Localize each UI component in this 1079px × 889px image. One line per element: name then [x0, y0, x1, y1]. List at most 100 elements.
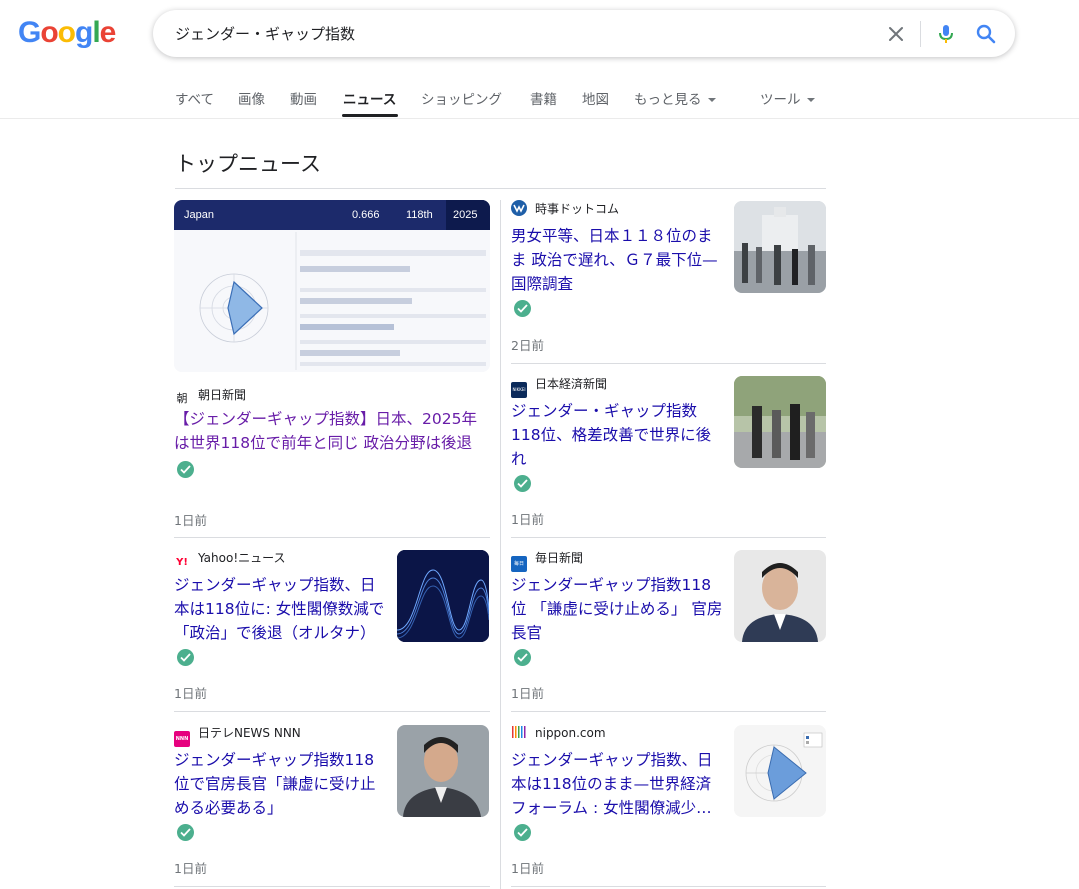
search-icon[interactable]: [973, 21, 999, 47]
news-thumbnail[interactable]: [734, 550, 826, 642]
verified-check-icon: [177, 649, 194, 666]
google-logo[interactable]: Google: [18, 16, 117, 50]
asahi-logo-icon: 朝: [176, 392, 188, 405]
news-card[interactable]: NIKKEI 日本経済新聞 ジェンダー・ギャップ指数118位、格差改善で世界に後れ…: [511, 375, 827, 537]
chevron-down-icon: [806, 98, 815, 102]
row-divider: [174, 886, 490, 887]
verified-check-icon: [177, 824, 194, 841]
news-source-name: 時事ドットコム: [535, 202, 620, 216]
news-time: 1日前: [174, 861, 207, 876]
news-headline[interactable]: ジェンダー・ギャップ指数118位、格差改善で世界に後れ: [511, 399, 725, 471]
news-thumbnail[interactable]: [734, 376, 826, 468]
news-thumbnail[interactable]: [397, 550, 489, 642]
search-box[interactable]: ジェンダー・ギャップ指数: [153, 10, 1015, 57]
row-divider: [511, 363, 826, 364]
clear-icon[interactable]: [883, 21, 909, 47]
news-headline[interactable]: ジェンダーギャップ指数、日本は118位のまま—世界経済フォーラム : 女性閣僚減…: [511, 748, 725, 820]
row-divider: [174, 711, 490, 712]
tab-videos[interactable]: 動画: [290, 88, 317, 108]
microphone-icon[interactable]: [933, 21, 959, 47]
news-card[interactable]: NNN 日テレNEWS NNN ジェンダーギャップ指数118位で官房長官「謙虚に受…: [174, 724, 490, 886]
news-source-name: 朝日新聞: [198, 388, 247, 402]
yahoo-logo-icon: Y!: [176, 557, 188, 568]
search-input[interactable]: ジェンダー・ギャップ指数: [175, 23, 355, 44]
section-divider: [175, 188, 826, 189]
news-thumbnail[interactable]: [734, 725, 826, 817]
news-source-name: nippon.com: [535, 726, 606, 740]
verified-check-icon: [177, 461, 194, 478]
verified-check-icon: [514, 824, 531, 841]
news-time: 1日前: [174, 686, 207, 701]
gender-gap-radar-chart-image: [174, 230, 490, 372]
row-divider: [511, 711, 826, 712]
news-time: 1日前: [511, 861, 544, 876]
news-source[interactable]: Y! Yahoo!ニュース: [174, 549, 286, 571]
news-thumbnail[interactable]: [397, 725, 489, 817]
news-source-name: 日本経済新聞: [535, 377, 608, 391]
featured-image-rank: 118th: [406, 209, 433, 221]
news-headline[interactable]: 【ジェンダーギャップ指数】日本、2025年は世界118位で前年と同じ 政治分野は…: [174, 407, 484, 455]
jiji-logo-icon: [511, 200, 527, 216]
row-divider: [511, 537, 826, 538]
logo-letter: l: [92, 16, 100, 49]
news-source[interactable]: NNN 日テレNEWS NNN: [174, 724, 301, 747]
news-headline[interactable]: ジェンダーギャップ指数118位 「謙虚に受け止める」 官房長官: [511, 573, 725, 645]
column-divider: [500, 200, 501, 889]
featured-image[interactable]: Japan 0.666 118th 2025: [174, 200, 490, 372]
news-time: 1日前: [511, 512, 544, 527]
tab-maps[interactable]: 地図: [582, 88, 609, 108]
tab-tools-label: ツール: [760, 92, 801, 108]
logo-letter: o: [57, 16, 76, 49]
tab-news[interactable]: ニュース: [343, 88, 396, 108]
logo-letter: g: [75, 16, 93, 49]
featured-news-card[interactable]: Japan 0.666 118th 2025 朝朝日新聞 【ジェンダーギャップ指…: [174, 200, 490, 536]
chevron-down-icon: [707, 98, 716, 102]
verified-check-icon: [514, 300, 531, 317]
news-source[interactable]: 毎日 毎日新聞: [511, 549, 583, 572]
search-divider: [920, 21, 921, 47]
verified-check-icon: [514, 475, 531, 492]
news-time: 1日前: [511, 686, 544, 701]
tab-more-label: もっと見る: [634, 92, 702, 108]
news-headline[interactable]: ジェンダーギャップ指数、日本は118位に: 女性閣僚数減で「政治」で後退（オルタ…: [174, 573, 388, 645]
nippon-com-logo-icon: [511, 724, 527, 740]
news-card[interactable]: nippon.com ジェンダーギャップ指数、日本は118位のまま—世界経済フォ…: [511, 724, 827, 886]
active-tab-indicator: [342, 114, 398, 117]
tab-shopping[interactable]: ショッピング: [421, 88, 502, 108]
header-divider: [0, 118, 1079, 119]
news-thumbnail[interactable]: [734, 201, 826, 293]
tab-all[interactable]: すべて: [175, 88, 214, 108]
logo-letter: e: [99, 16, 117, 49]
news-card[interactable]: 毎日 毎日新聞 ジェンダーギャップ指数118位 「謙虚に受け止める」 官房長官 1…: [511, 549, 827, 711]
news-source[interactable]: nippon.com: [511, 724, 606, 740]
news-source[interactable]: 朝朝日新聞: [174, 386, 247, 407]
news-source-name: 毎日新聞: [535, 551, 584, 565]
tab-books[interactable]: 書籍: [530, 88, 557, 108]
news-time: 2日前: [511, 338, 544, 353]
news-source-name: 日テレNEWS NNN: [198, 726, 301, 740]
section-title: トップニュース: [175, 152, 321, 176]
news-source[interactable]: NIKKEI 日本経済新聞: [511, 375, 607, 398]
tab-more[interactable]: もっと見る: [634, 88, 716, 108]
news-card[interactable]: Y! Yahoo!ニュース ジェンダーギャップ指数、日本は118位に: 女性閣僚数…: [174, 549, 490, 711]
search-tabs: すべて 画像 動画 ニュース ショッピング 書籍 地図 もっと見る ツール: [175, 84, 875, 118]
news-card[interactable]: 時事ドットコム 男女平等、日本１１８位のまま 政治で遅れ、Ｇ７最下位—国際調査 …: [511, 200, 827, 364]
row-divider: [511, 886, 826, 887]
featured-image-score: 0.666: [352, 209, 380, 221]
mainichi-logo-icon: 毎日: [511, 556, 527, 572]
news-source-name: Yahoo!ニュース: [198, 551, 286, 565]
tab-images[interactable]: 画像: [238, 88, 265, 108]
row-divider: [174, 537, 490, 538]
verified-check-icon: [514, 649, 531, 666]
news-source[interactable]: 時事ドットコム: [511, 200, 619, 217]
nnn-logo-icon: NNN: [174, 731, 190, 747]
tab-tools[interactable]: ツール: [760, 88, 815, 108]
featured-image-country: Japan: [184, 209, 214, 221]
nikkei-logo-icon: NIKKEI: [511, 382, 527, 398]
logo-letter: o: [40, 16, 58, 49]
news-headline[interactable]: ジェンダーギャップ指数118位で官房長官「謙虚に受け止める必要ある」: [174, 748, 388, 820]
logo-letter: G: [18, 16, 41, 49]
news-headline[interactable]: 男女平等、日本１１８位のまま 政治で遅れ、Ｇ７最下位—国際調査: [511, 224, 725, 296]
news-time: 1日前: [174, 513, 207, 528]
featured-image-year: 2025: [453, 209, 478, 221]
